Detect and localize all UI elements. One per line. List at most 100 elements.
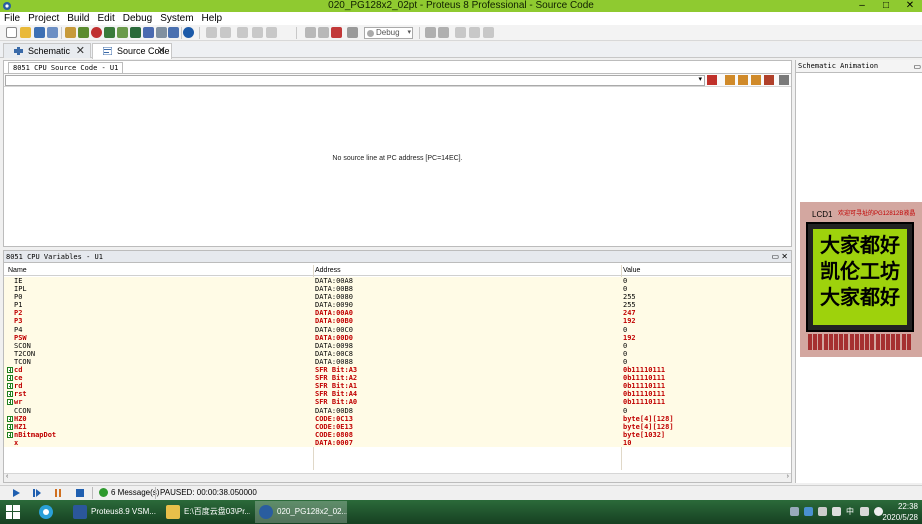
pane-window-buttons[interactable]: ▭ ✕ — [772, 251, 788, 263]
messages-icon[interactable] — [99, 488, 108, 497]
expand-icon[interactable] — [7, 391, 13, 398]
close-tab-icon[interactable]: ✕ — [157, 44, 166, 58]
source-file-select[interactable]: ▾ — [5, 75, 705, 86]
variable-row[interactable]: CCON DATA:00D8 0 — [4, 406, 791, 415]
undo-icon[interactable] — [425, 27, 436, 38]
variable-row[interactable]: P4 DATA:00C0 0 — [4, 325, 791, 334]
column-name[interactable]: Name — [8, 265, 27, 276]
variable-row[interactable]: wr SFR Bit:A0 0b11110111 — [4, 398, 791, 407]
bluetooth-icon[interactable] — [790, 507, 799, 516]
menu-edit[interactable]: Edit — [98, 12, 115, 25]
ime-indicator[interactable]: 中 — [846, 506, 854, 517]
variable-row[interactable]: HZ0 CODE:0C13 byte[4][128] — [4, 414, 791, 423]
pause-icon[interactable] — [53, 488, 63, 498]
gerber-icon[interactable] — [130, 27, 141, 38]
clear-icon[interactable] — [266, 27, 277, 38]
expand-icon[interactable] — [7, 375, 13, 382]
variable-row[interactable]: IE DATA:00A8 0 — [4, 277, 791, 286]
paste-icon[interactable] — [252, 27, 263, 38]
input-method-icon[interactable] — [860, 507, 869, 516]
open-folder-icon[interactable] — [20, 27, 31, 38]
design-explorer-icon[interactable] — [156, 27, 167, 38]
column-address[interactable]: Address — [315, 265, 341, 276]
taskbar-app-word[interactable]: Proteus8.9 VSM... — [69, 501, 157, 523]
minimize-button[interactable]: – — [850, 0, 874, 12]
project-settings-icon[interactable] — [347, 27, 358, 38]
replace-icon[interactable] — [483, 27, 494, 38]
settings-icon[interactable] — [779, 75, 789, 85]
find-next-icon[interactable] — [469, 27, 480, 38]
tab-source-code[interactable]: Source Code ✕ — [92, 43, 172, 59]
delete-icon[interactable] — [220, 27, 231, 38]
expand-icon[interactable] — [7, 367, 13, 374]
variable-row[interactable]: TCON DATA:0088 0 — [4, 357, 791, 367]
scroll-right-icon[interactable]: › — [787, 473, 789, 480]
variable-row[interactable]: PSW DATA:00D0 192 — [4, 333, 791, 342]
expand-icon[interactable] — [7, 383, 13, 390]
variable-row[interactable]: P3 DATA:00B0 192 — [4, 317, 791, 326]
expand-icon[interactable] — [7, 431, 13, 438]
taskbar-app-explorer[interactable]: E:\百度云盘03\Pr... — [162, 501, 250, 523]
variable-row[interactable]: IPL DATA:00B8 0 — [4, 285, 791, 294]
variable-row[interactable]: P2 DATA:00A0 247 — [4, 309, 791, 318]
variable-row[interactable]: HZ1 CODE:0E13 byte[4][128] — [4, 422, 791, 431]
run-to-source-icon[interactable] — [707, 75, 717, 85]
column-value[interactable]: Value — [623, 265, 640, 276]
variable-row[interactable]: ce SFR Bit:A2 0b11110111 — [4, 374, 791, 383]
play-icon[interactable] — [11, 488, 21, 498]
variable-row[interactable]: nBitmapDot CODE:0808 byte[1032] — [4, 430, 791, 439]
build-icon[interactable] — [305, 27, 316, 38]
step-icon[interactable] — [32, 488, 42, 498]
variable-row[interactable]: cd SFR Bit:A3 0b11110111 — [4, 366, 791, 375]
cut-icon[interactable] — [206, 27, 217, 38]
security-icon[interactable] — [804, 507, 813, 516]
menu-help[interactable]: Help — [202, 12, 223, 25]
schematic-icon[interactable] — [78, 27, 89, 38]
stop-icon[interactable] — [75, 488, 85, 498]
new-file-icon[interactable] — [6, 27, 17, 38]
volume-icon[interactable] — [832, 507, 841, 516]
record-icon[interactable] — [91, 27, 102, 38]
variable-row[interactable]: P0 DATA:0080 255 — [4, 293, 791, 302]
breakpoint-icon[interactable] — [764, 75, 774, 85]
stop-build-icon[interactable] — [331, 27, 342, 38]
expand-icon[interactable] — [7, 399, 13, 406]
variable-row[interactable]: P1 DATA:0090 255 — [4, 301, 791, 310]
copy-icon[interactable] — [237, 27, 248, 38]
tab-schematic-capture[interactable]: Schematic Capture ✕ — [3, 43, 91, 70]
variable-row[interactable]: rd SFR Bit:A1 0b11110111 — [4, 382, 791, 391]
variable-row[interactable]: x DATA:0007 10 — [4, 438, 791, 447]
menu-build[interactable]: Build — [67, 12, 89, 25]
variable-row[interactable]: SCON DATA:0098 0 — [4, 341, 791, 350]
expand-icon[interactable] — [7, 423, 13, 430]
browser-icon[interactable] — [38, 504, 54, 520]
close-window-button[interactable]: ✕ — [898, 0, 922, 12]
redo-icon[interactable] — [438, 27, 449, 38]
windows-start-icon[interactable] — [6, 505, 20, 519]
maximize-button[interactable]: □ — [874, 0, 898, 12]
back-icon[interactable] — [104, 27, 115, 38]
scroll-left-icon[interactable]: ‹ — [6, 473, 8, 480]
step-over-icon[interactable] — [725, 75, 735, 85]
source-code-icon[interactable] — [168, 27, 179, 38]
pane-window-button[interactable]: ▭ — [913, 60, 921, 73]
taskbar-app-proteus[interactable]: 020_PG128x2_02... — [255, 501, 347, 523]
bom-icon[interactable] — [143, 27, 154, 38]
expand-icon[interactable] — [7, 415, 13, 422]
close-tab-icon[interactable]: ✕ — [76, 44, 85, 58]
messages-count[interactable]: 6 Message(s) — [111, 486, 159, 500]
variable-row[interactable]: rst SFR Bit:A4 0b11110111 — [4, 390, 791, 399]
menu-project[interactable]: Project — [28, 12, 59, 25]
build-config-select[interactable]: Debug ▾ — [364, 27, 413, 39]
menu-debug[interactable]: Debug — [123, 12, 152, 25]
rebuild-icon[interactable] — [318, 27, 329, 38]
variable-row[interactable]: T2CON DATA:00C8 0 — [4, 349, 791, 358]
save-icon[interactable] — [34, 27, 45, 38]
home-icon[interactable] — [65, 27, 76, 38]
menu-file[interactable]: File — [4, 12, 20, 25]
pcb-icon[interactable] — [117, 27, 128, 38]
menu-system[interactable]: System — [160, 12, 193, 25]
step-into-icon[interactable] — [738, 75, 748, 85]
find-icon[interactable] — [455, 27, 466, 38]
taskbar-clock[interactable]: 22:38 2020/5/28 — [882, 501, 918, 523]
